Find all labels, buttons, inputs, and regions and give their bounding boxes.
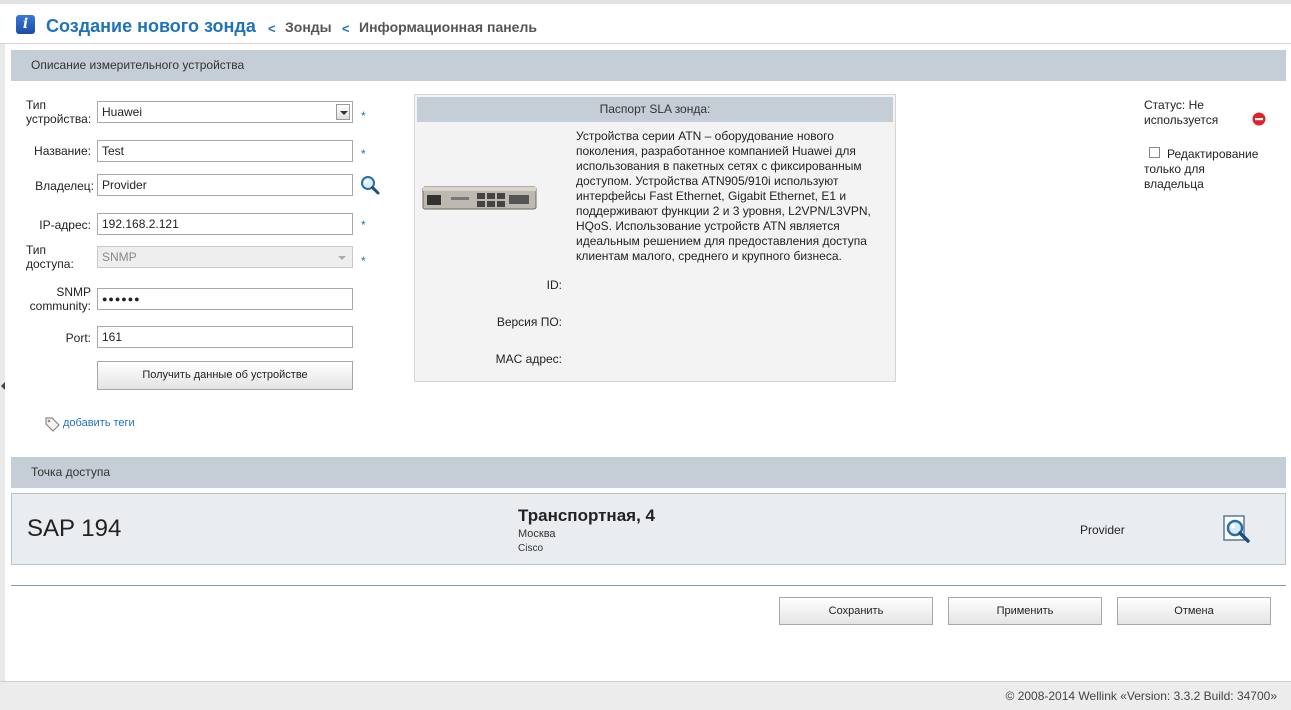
required-mark: * xyxy=(361,109,366,123)
ip-label: IP-адрес: xyxy=(39,218,91,232)
sla-passport-panel: Паспорт SLA зонда: Устройства серии ATN … xyxy=(414,94,896,382)
device-type-select[interactable]: Huawei xyxy=(97,101,353,123)
access-point-section-header: Точка доступа xyxy=(11,457,1286,488)
info-icon: i xyxy=(16,15,35,34)
owner-field[interactable]: Provider xyxy=(97,174,353,196)
breadcrumb-separator-icon: < xyxy=(342,21,350,36)
chevron-down-icon xyxy=(338,256,346,260)
snmp-community-field[interactable]: ●●●●●● xyxy=(97,288,353,310)
status-unused-icon xyxy=(1252,112,1266,126)
breadcrumb-dashboard[interactable]: Информационная панель xyxy=(359,19,537,35)
access-type-label: Тип доступа: xyxy=(26,243,74,271)
get-device-data-button[interactable]: Получить данные об устройстве xyxy=(97,361,353,390)
status-label: Статус: Не используется xyxy=(1144,98,1219,127)
port-field[interactable]: 161 xyxy=(97,326,353,348)
sla-passport-title: Паспорт SLA зонда: xyxy=(417,97,893,122)
access-point-address: Транспортная, 4 xyxy=(518,506,655,525)
access-point-city: Москва xyxy=(518,528,556,540)
footer: © 2008-2014 Wellink «Version: 3.3.2 Buil… xyxy=(0,681,1291,710)
access-point-card[interactable]: SAP 194 Транспортная, 4 Москва Cisco Pro… xyxy=(11,493,1286,565)
add-tags-link[interactable]: добавить теги xyxy=(63,417,135,429)
ip-field[interactable]: 192.168.2.121 xyxy=(97,213,353,235)
sla-mac-label: MAC адрес: xyxy=(495,352,562,366)
device-image xyxy=(422,186,537,210)
required-mark: * xyxy=(361,254,366,268)
sla-description: Устройства серии ATN – оборудование ново… xyxy=(576,129,871,263)
chevron-down-icon[interactable] xyxy=(336,104,350,120)
cancel-button[interactable]: Отмена xyxy=(1117,597,1271,625)
apply-button[interactable]: Применить xyxy=(948,597,1102,625)
sla-id-label: ID: xyxy=(546,278,562,292)
access-point-owner: Provider xyxy=(1080,523,1125,537)
search-icon[interactable] xyxy=(360,175,380,195)
divider xyxy=(11,585,1286,586)
page-title: Создание нового зонда xyxy=(46,16,256,36)
device-type-label: Тип устройства: xyxy=(26,98,92,126)
name-label: Название: xyxy=(34,144,91,158)
sap-name: SAP 194 xyxy=(27,515,122,542)
save-button[interactable]: Сохранить xyxy=(779,597,933,625)
breadcrumb-probes[interactable]: Зонды xyxy=(285,19,332,35)
port-label: Port: xyxy=(65,331,91,345)
top-bar: i Создание нового зонда < Зонды < Информ… xyxy=(0,0,1291,44)
collapse-arrow-icon[interactable] xyxy=(1,382,5,390)
access-type-select: SNMP xyxy=(97,246,353,268)
breadcrumb-separator-icon: < xyxy=(268,21,276,36)
sla-firmware-label: Версия ПО: xyxy=(496,315,562,329)
required-mark: * xyxy=(361,218,366,232)
side-panel-handle[interactable] xyxy=(0,44,5,682)
search-icon[interactable] xyxy=(1223,515,1251,544)
required-mark: * xyxy=(361,147,366,161)
snmp-community-label: SNMP community: xyxy=(29,285,91,313)
device-section-header: Описание измерительного устройства xyxy=(11,50,1286,81)
owner-label: Владелец: xyxy=(35,179,94,193)
footer-version: © 2008-2014 Wellink «Version: 3.3.2 Buil… xyxy=(1005,689,1277,703)
name-field[interactable]: Test xyxy=(97,140,353,162)
edit-owner-only-label: Редактирование только для владельца xyxy=(1144,147,1259,191)
tag-icon xyxy=(45,417,60,432)
access-point-vendor: Cisco xyxy=(518,543,544,554)
